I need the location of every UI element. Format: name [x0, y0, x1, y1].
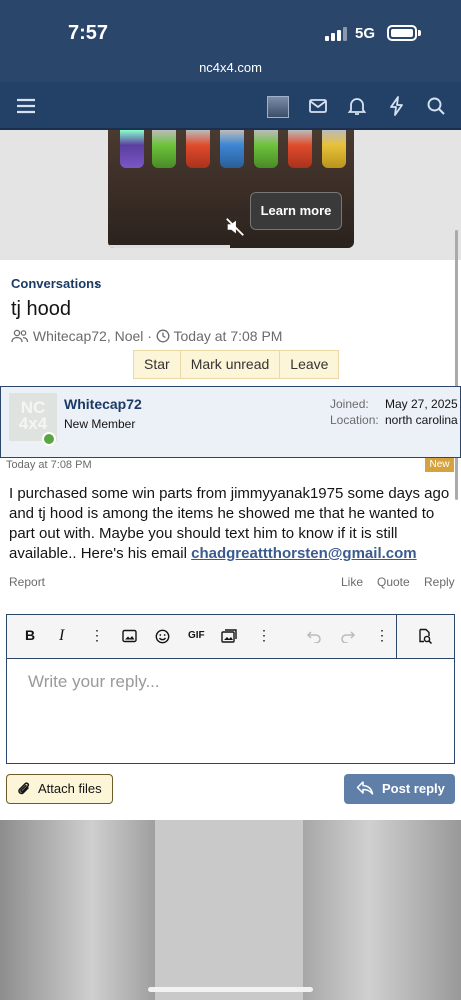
mail-icon[interactable]: [306, 94, 330, 118]
battery-icon: [387, 25, 417, 41]
quote-link[interactable]: Quote: [377, 575, 410, 589]
online-status-icon: [42, 432, 56, 446]
battery-tip: [418, 30, 421, 36]
learn-more-button[interactable]: Learn more: [250, 192, 342, 230]
reply-editor: B I ⋮ GIF ⋮ ⋮ Write your reply...: [6, 614, 455, 764]
conversation-time: Today at 7:08 PM: [173, 328, 283, 344]
message-header: NC 4x4 Whitecap72 New Member Joined: May…: [0, 386, 461, 458]
avatar-text: 4x4: [18, 414, 48, 433]
email-link[interactable]: chadgreattthorsten@gmail.com: [191, 545, 417, 562]
more-options-icon[interactable]: ⋮: [375, 627, 389, 644]
browser-header: 7:57 5G nc4x4.com: [0, 0, 461, 82]
image-icon[interactable]: [122, 629, 137, 643]
media-icon[interactable]: [221, 628, 238, 643]
toolbar-divider: [396, 615, 397, 659]
leave-button[interactable]: Leave: [280, 351, 338, 378]
participants[interactable]: Whitecap72, Noel: [33, 328, 144, 344]
more-text-options-icon[interactable]: ⋮: [90, 627, 104, 644]
ad-banner: Learn more: [0, 130, 461, 260]
location-label: Location:: [330, 413, 379, 427]
ad-peg: [120, 130, 144, 168]
joined-value: May 27, 2025: [385, 397, 458, 411]
mute-icon[interactable]: [224, 216, 246, 238]
star-button[interactable]: Star: [134, 351, 181, 378]
conversation-meta: Whitecap72, Noel · Today at 7:08 PM: [11, 328, 282, 344]
clock-icon: [156, 329, 170, 343]
post-reply-label: Post reply: [382, 781, 445, 796]
attach-files-button[interactable]: Attach files: [6, 774, 113, 804]
url-bar[interactable]: nc4x4.com: [0, 60, 461, 75]
bottom-ad-image[interactable]: [0, 820, 461, 1000]
like-link[interactable]: Like: [341, 575, 363, 589]
user-avatar[interactable]: [267, 96, 289, 118]
italic-button[interactable]: I: [59, 627, 64, 645]
location-value: north carolina: [385, 413, 458, 427]
menu-icon[interactable]: [14, 94, 38, 118]
more-insert-options-icon[interactable]: ⋮: [257, 627, 271, 644]
author-role: New Member: [64, 417, 136, 431]
status-time: 7:57: [68, 22, 109, 44]
joined-label: Joined:: [330, 397, 369, 411]
attach-files-label: Attach files: [38, 781, 102, 796]
editor-toolbar: B I ⋮ GIF ⋮ ⋮: [7, 615, 454, 659]
post-reply-button[interactable]: Post reply: [344, 774, 455, 804]
network-label: 5G: [355, 25, 376, 42]
site-nav: [0, 82, 461, 130]
signal-icon: [325, 27, 347, 41]
ad-product-image: [155, 820, 303, 1000]
meta-separator: ·: [147, 328, 152, 344]
search-icon[interactable]: [424, 94, 448, 118]
chevron-right-icon: ›: [95, 277, 99, 291]
author-name[interactable]: Whitecap72: [64, 396, 142, 412]
message-body: I purchased some win parts from jimmyyan…: [9, 484, 454, 564]
preview-icon[interactable]: [417, 628, 433, 644]
ad-peg: [288, 130, 312, 168]
ad-peg: [152, 130, 176, 168]
ad-peg: [186, 130, 210, 168]
redo-icon[interactable]: [340, 629, 356, 643]
report-link[interactable]: Report: [9, 575, 45, 589]
mark-unread-button[interactable]: Mark unread: [181, 351, 281, 378]
reply-input[interactable]: Write your reply...: [28, 672, 160, 692]
home-indicator[interactable]: [148, 987, 313, 992]
conversation-actions: Star Mark unread Leave: [133, 350, 340, 379]
breadcrumb[interactable]: Conversations: [11, 276, 101, 291]
reply-icon: [356, 781, 374, 795]
bold-button[interactable]: B: [25, 627, 35, 643]
page-title: tj hood: [11, 298, 72, 320]
message-time[interactable]: Today at 7:08 PM: [6, 459, 92, 471]
ad-peg: [322, 130, 346, 168]
ad-image[interactable]: Learn more: [108, 130, 354, 248]
ad-peg: [220, 130, 244, 168]
paperclip-icon: [18, 782, 30, 795]
ad-progress: [108, 245, 230, 248]
users-icon: [11, 329, 29, 343]
gif-button[interactable]: GIF: [188, 630, 205, 641]
bolt-icon[interactable]: [385, 94, 409, 118]
emoji-icon[interactable]: [155, 629, 170, 644]
undo-icon[interactable]: [306, 629, 322, 643]
ad-peg: [254, 130, 278, 168]
page-scrollbar[interactable]: [455, 230, 458, 500]
new-badge: New: [425, 458, 454, 472]
reply-link[interactable]: Reply: [424, 575, 455, 589]
bell-icon[interactable]: [345, 94, 369, 118]
